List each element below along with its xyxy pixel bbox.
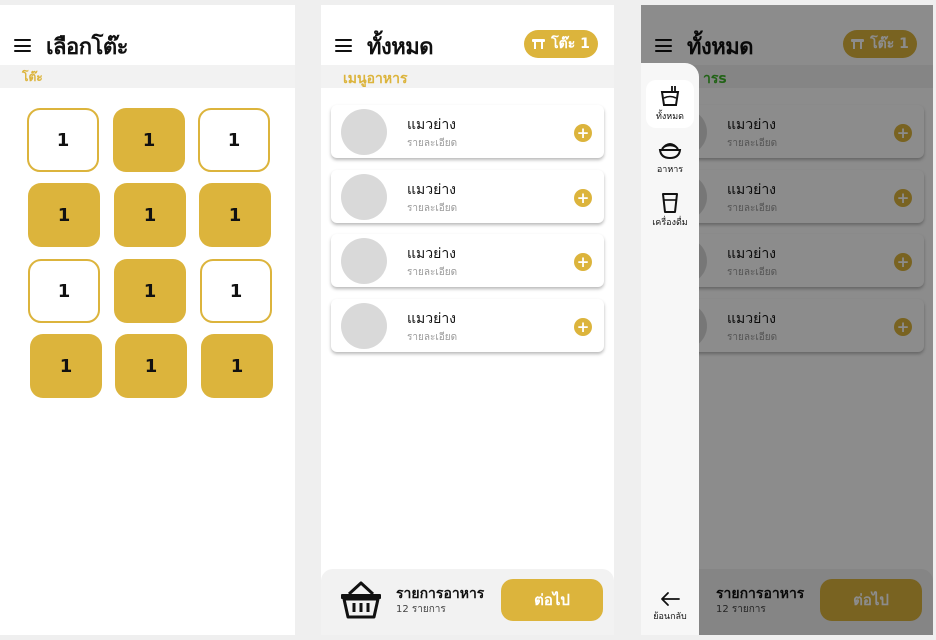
basket-icon: [341, 581, 381, 619]
table-button[interactable]: 1: [114, 183, 186, 247]
table-button[interactable]: 1: [115, 334, 187, 398]
table-button[interactable]: 1: [198, 108, 270, 172]
header: เลือกโต๊ะ: [0, 5, 295, 65]
menu-item-desc: รายละเอียด: [407, 138, 458, 149]
menu-item-name: แมวย่าง: [407, 182, 457, 198]
order-summary-bar: รายการอาหาร 12 รายการ ต่อไป: [321, 569, 614, 635]
menu-item-name: แมวย่าง: [407, 246, 457, 262]
section-bar: โต๊ะ: [0, 65, 295, 88]
table-select-screen: เลือกโต๊ะ โต๊ะ 111111111111: [0, 5, 295, 635]
add-icon[interactable]: +: [574, 189, 592, 207]
category-all[interactable]: ทั้งหมด: [646, 80, 694, 128]
section-label: เมนูอาหาร: [343, 71, 408, 87]
menu-item-card[interactable]: แมวย่างรายละเอียด +: [331, 234, 604, 287]
menu-item-card[interactable]: แมวย่างรายละเอียด +: [331, 105, 604, 158]
category-drawer: ทั้งหมด อาหาร เครื่องดื่ม ย้อนกลับ: [641, 63, 699, 635]
page-title: เลือกโต๊ะ: [46, 35, 128, 60]
menu-screen: ทั้งหมด โต๊ะ 1 เมนูอาหาร แมวย่างรายละเอี…: [321, 5, 614, 635]
menu-item-card[interactable]: แมวย่างรายละเอียด +: [331, 170, 604, 223]
category-food[interactable]: อาหาร: [646, 135, 694, 183]
menu-item-desc: รายละเอียด: [407, 203, 458, 214]
table-badge[interactable]: โต๊ะ 1: [524, 30, 598, 58]
arrow-left-icon: [661, 592, 680, 606]
table-icon: [532, 39, 546, 49]
page-title: ทั้งหมด: [367, 35, 434, 60]
menu-icon[interactable]: [14, 39, 31, 52]
menu-item-desc: รายละเอียด: [407, 332, 458, 343]
table-badge-label: โต๊ะ 1: [551, 36, 590, 52]
table-button[interactable]: 1: [114, 259, 186, 323]
order-count: 12 รายการ: [396, 604, 446, 615]
add-icon[interactable]: +: [574, 253, 592, 271]
section-label: โต๊ะ: [22, 70, 43, 84]
category-label: อาหาร: [656, 165, 684, 175]
table-button[interactable]: 1: [113, 108, 185, 172]
category-label: เครื่องดื่ม: [652, 218, 688, 228]
food-image-placeholder: [341, 109, 387, 155]
menu-icon[interactable]: [335, 39, 352, 52]
menu-item-name: แมวย่าง: [407, 311, 457, 327]
back-label: ย้อนกลับ: [653, 612, 687, 622]
table-button[interactable]: 1: [27, 108, 99, 172]
table-button[interactable]: 1: [201, 334, 273, 398]
drink-cup-icon: [662, 193, 678, 213]
menu-item-desc: รายละเอียด: [407, 267, 458, 278]
food-image-placeholder: [341, 303, 387, 349]
table-button[interactable]: 1: [200, 259, 272, 323]
menu-drawer-screen: ทั้งหมด โต๊ะ 1 ารs แมวย่าง รายละเอียด + แมว…: [641, 5, 933, 635]
food-image-placeholder: [341, 238, 387, 284]
table-button[interactable]: 1: [28, 259, 100, 323]
food-image-placeholder: [341, 174, 387, 220]
menu-item-name: แมวย่าง: [407, 117, 457, 133]
back-button[interactable]: ย้อนกลับ: [646, 591, 694, 623]
header: ทั้งหมด โต๊ะ 1: [321, 5, 614, 65]
menu-item-card[interactable]: แมวย่างรายละเอียด +: [331, 299, 604, 352]
category-label: ทั้งหมด: [655, 112, 685, 122]
table-button[interactable]: 1: [28, 183, 100, 247]
add-icon[interactable]: +: [574, 124, 592, 142]
category-drinks[interactable]: เครื่องดื่ม: [644, 188, 696, 236]
all-food-icon: [660, 86, 680, 106]
add-icon[interactable]: +: [574, 318, 592, 336]
section-bar: เมนูอาหาร: [321, 65, 614, 88]
table-button[interactable]: 1: [30, 334, 102, 398]
rice-bowl-icon: [658, 143, 682, 160]
table-button[interactable]: 1: [199, 183, 271, 247]
next-button[interactable]: ต่อไป: [501, 579, 603, 621]
